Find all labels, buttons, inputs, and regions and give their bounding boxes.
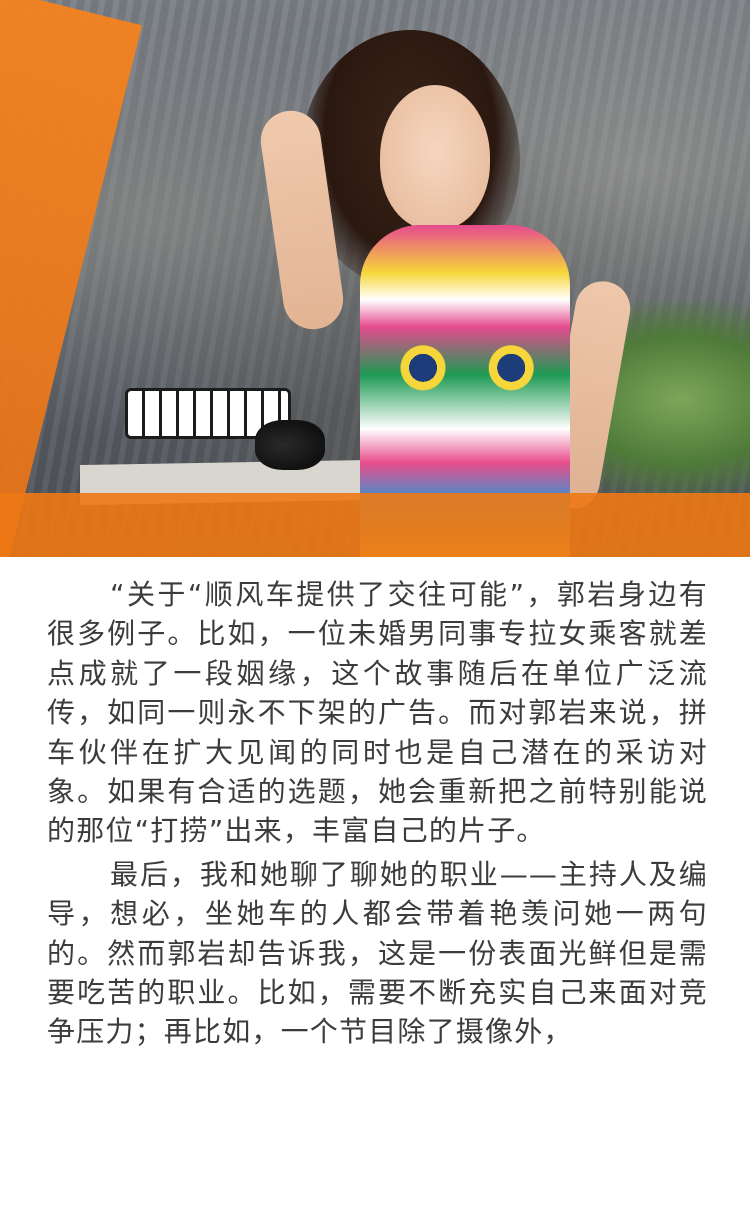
paragraph-1: “关于“顺风车提供了交往可能”，郭岩身边有很多例子。比如，一位未婚男同事专拉女乘… — [47, 578, 708, 848]
article-body: “关于“顺风车提供了交往可能”，郭岩身边有很多例子。比如，一位未婚男同事专拉女乘… — [0, 557, 750, 1052]
paragraph-2: 最后，我和她聊了聊她的职业——主持人及编导，想必，坐她车的人都会带着艳羡问她一两… — [47, 857, 708, 1049]
woman-portrait — [256, 30, 635, 557]
smiling-face — [380, 85, 490, 230]
sunglasses-in-hand — [255, 420, 325, 470]
orange-bottom-band — [0, 493, 750, 557]
header-photo — [0, 0, 750, 557]
